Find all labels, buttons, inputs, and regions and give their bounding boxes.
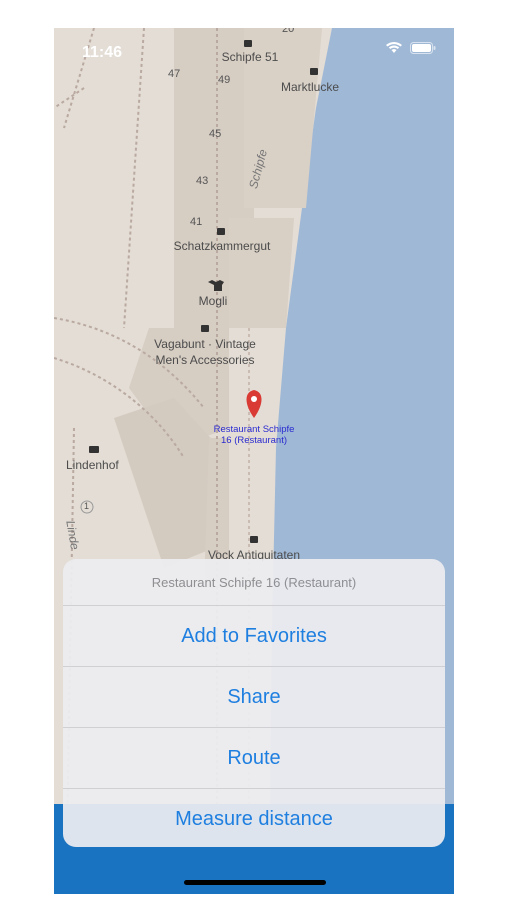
map-number-label: 41 — [190, 216, 203, 228]
map-number-label: 1 — [84, 501, 90, 511]
map-number-label: 43 — [196, 175, 209, 187]
wifi-icon — [386, 42, 402, 53]
route-button[interactable]: Route — [63, 728, 445, 789]
selected-poi-label[interactable]: Restaurant Schipfe — [214, 424, 295, 435]
map-label: Marktlucke — [281, 80, 340, 94]
map-label: Vagabunt · Vintage — [154, 337, 256, 351]
map-label: Schatzkammergut — [173, 239, 271, 253]
selected-poi-label[interactable]: 16 (Restaurant) — [221, 435, 287, 446]
measure-distance-button[interactable]: Measure distance — [63, 789, 445, 847]
status-time: 11:46 — [82, 44, 123, 61]
map-label: Mogli — [198, 294, 228, 308]
phone-screen: 20 Schipfe 51 Marktlucke 47 49 45 43 41 … — [54, 28, 454, 894]
action-sheet-title: Restaurant Schipfe 16 (Restaurant) — [63, 559, 445, 606]
home-indicator — [184, 880, 326, 885]
battery-icon — [410, 42, 436, 54]
map-label: Men's Accessories — [155, 353, 255, 367]
map-number-label: 45 — [209, 128, 222, 140]
status-icons — [386, 42, 436, 54]
action-sheet: Restaurant Schipfe 16 (Restaurant) Add t… — [63, 559, 445, 847]
status-bar: 11:46 — [54, 28, 454, 72]
share-button[interactable]: Share — [63, 667, 445, 728]
map-number-label: 49 — [218, 74, 231, 86]
map-label: Lindenhof — [66, 458, 119, 472]
add-to-favorites-button[interactable]: Add to Favorites — [63, 606, 445, 667]
